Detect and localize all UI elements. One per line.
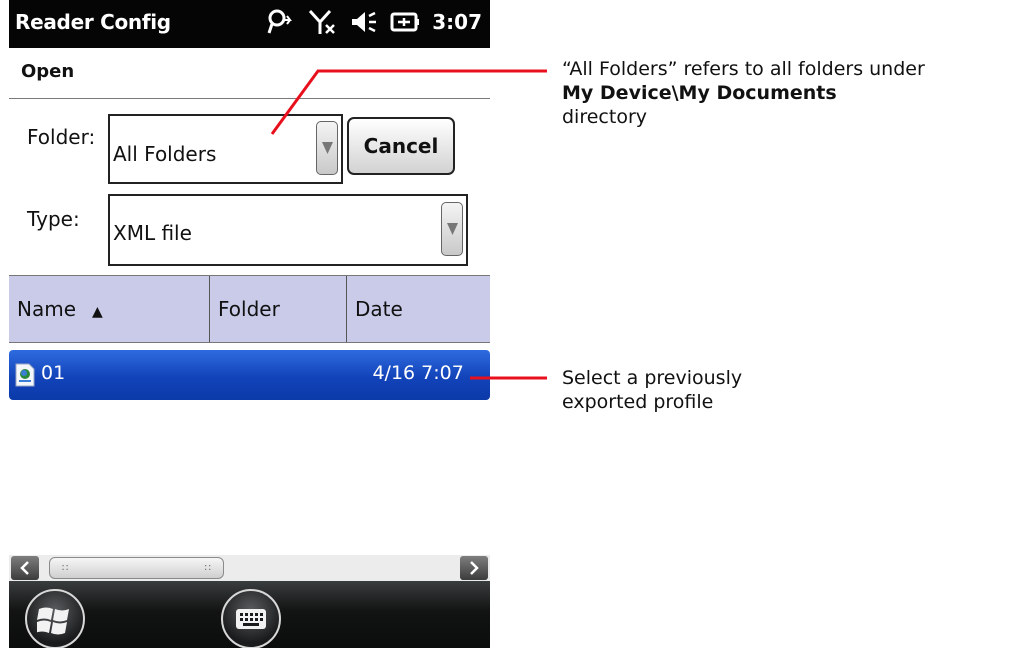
folder-callout-path: My Device\My Documents <box>562 82 837 104</box>
profile-callout-line2: exported profile <box>562 391 714 413</box>
profile-callout-line1: Select a previously <box>562 367 743 389</box>
folder-callout-line2: My Device\My Documents <box>562 81 1012 105</box>
profile-callout: Select a previously exported profile <box>562 366 862 414</box>
folder-callout-line <box>270 69 547 135</box>
folder-callout: “All Folders” refers to all folders unde… <box>562 57 1012 129</box>
folder-callout-line3: directory <box>562 106 647 128</box>
folder-callout-line1: “All Folders” refers to all folders unde… <box>562 58 925 80</box>
